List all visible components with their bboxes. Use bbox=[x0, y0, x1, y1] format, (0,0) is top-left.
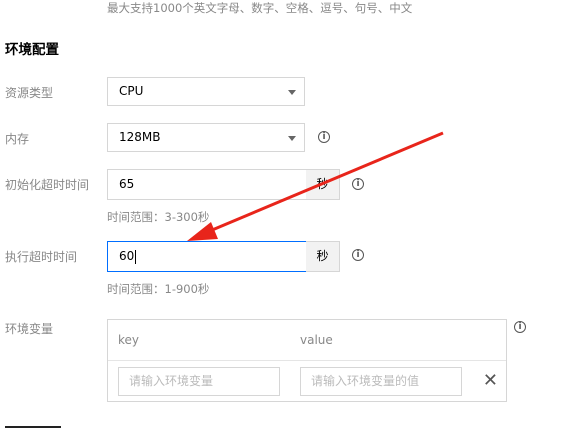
red-arrow-annotation bbox=[187, 131, 444, 241]
arrow-shaft bbox=[204, 131, 444, 235]
arrow-head bbox=[187, 222, 218, 241]
